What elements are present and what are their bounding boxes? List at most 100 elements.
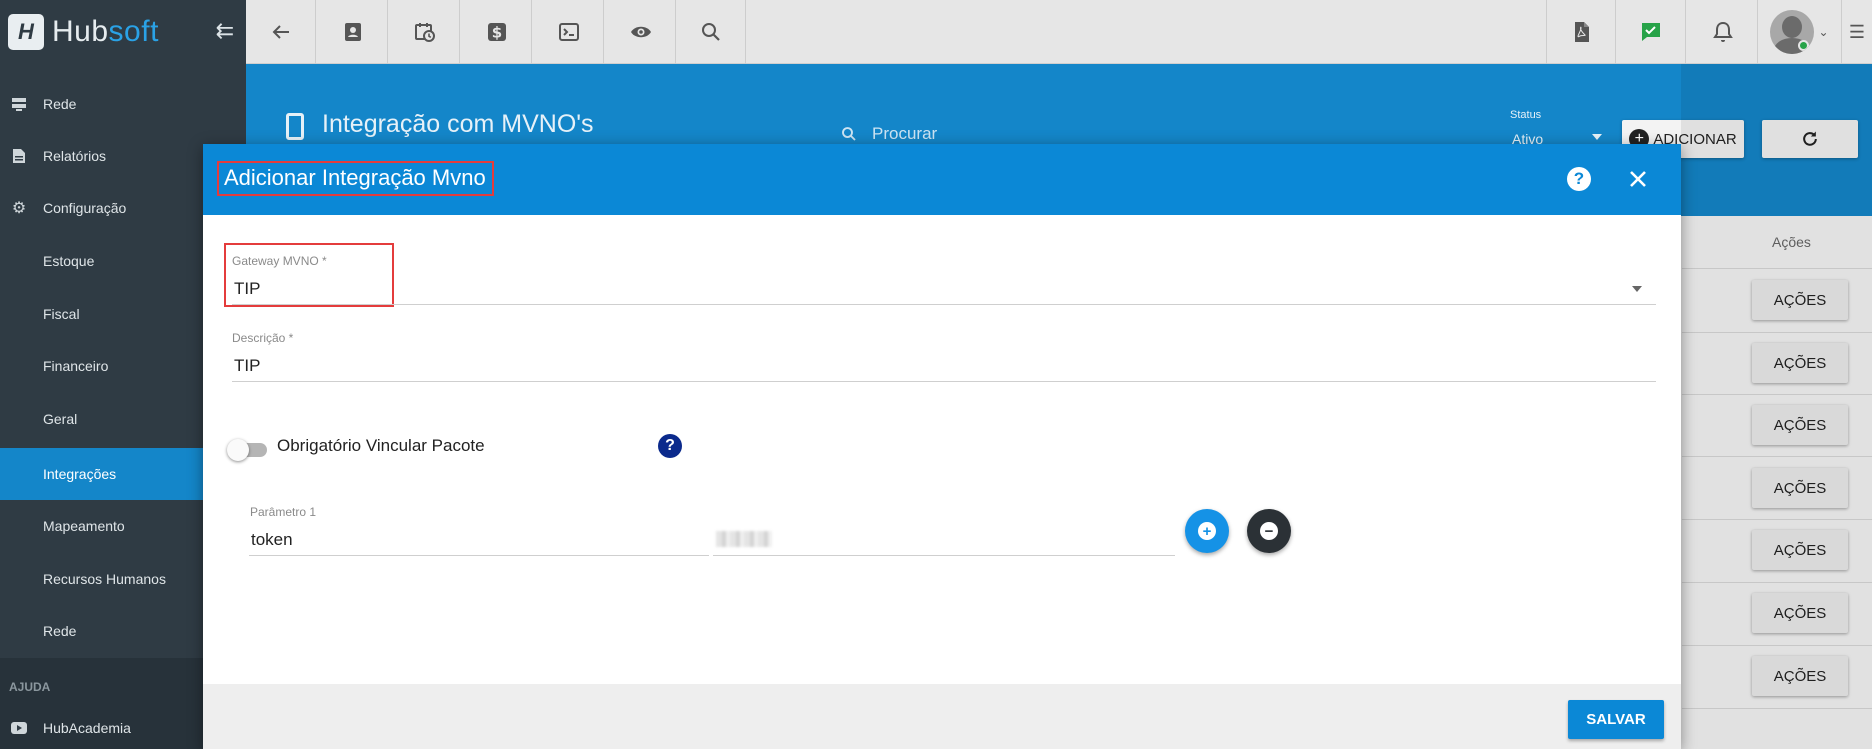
add-parameter-button[interactable]: + [1185, 509, 1229, 553]
gateway-label: Gateway MVNO * [232, 254, 327, 268]
toggle-knob[interactable] [227, 439, 249, 461]
row-divider [1682, 582, 1872, 583]
close-icon [1630, 171, 1646, 187]
user-avatar [1770, 10, 1815, 54]
youtube-icon [10, 719, 28, 737]
remove-parameter-button[interactable]: − [1247, 509, 1291, 553]
sidebar-item-label: Fiscal [43, 306, 80, 322]
chat-button[interactable] [1616, 0, 1686, 64]
sidebar-item-label: Relatórios [43, 148, 107, 164]
refresh-icon [1803, 131, 1817, 146]
terminal-icon [558, 23, 579, 41]
sidebar-item-label: Rede [43, 96, 77, 112]
sidebar-item-label: HubAcademia [43, 720, 131, 736]
page-search-input[interactable]: Procurar [840, 124, 937, 144]
actions-column-header: Ações [1772, 234, 1811, 250]
row-actions-button[interactable]: AÇÕES [1752, 593, 1848, 633]
hubsoft-logo-text: Hubsoft [52, 15, 159, 48]
modal-footer [203, 684, 1681, 749]
gateway-underline [232, 304, 1656, 305]
row-divider [1682, 268, 1872, 269]
hubsoft-logo-icon: H [8, 14, 44, 50]
contacts-button[interactable] [318, 0, 388, 64]
minus-icon: − [1260, 522, 1278, 540]
status-label: Status [1510, 109, 1542, 121]
chevron-down-icon: ⌄ [1818, 25, 1829, 39]
calendar-button[interactable] [390, 0, 460, 64]
calendar-clock-icon [414, 23, 435, 42]
sidebar-item-label: Configuração [43, 200, 127, 216]
row-divider [1682, 645, 1872, 646]
help-icon[interactable]: ? [1567, 167, 1591, 191]
mobile-phone-icon [286, 113, 304, 140]
user-menu-button[interactable]: ⌄ [1758, 0, 1842, 64]
question-circle-icon[interactable]: ? [658, 434, 682, 458]
row-actions-button[interactable]: AÇÕES [1752, 405, 1848, 445]
contact-card-icon [344, 23, 361, 41]
gateway-select[interactable]: TIP [234, 279, 260, 299]
row-divider [1682, 332, 1872, 333]
chat-check-icon [1641, 23, 1660, 41]
pdf-button[interactable] [1546, 0, 1616, 64]
search-placeholder: Procurar [872, 124, 938, 143]
top-bar: H Hubsoft ⇇ $ ⌄ ☰ [0, 0, 1872, 64]
row-actions-button[interactable]: AÇÕES [1752, 656, 1848, 696]
param-key-underline [249, 555, 709, 556]
add-integration-modal: Adicionar Integração Mvno ? Gateway MVNO… [203, 144, 1681, 749]
help-section-label: AJUDA [9, 680, 51, 694]
sidebar-item-label: Recursos Humanos [43, 571, 166, 587]
row-actions-button[interactable]: AÇÕES [1752, 343, 1848, 383]
bell-icon [1712, 21, 1733, 42]
search-button[interactable] [676, 0, 746, 64]
sidebar-item-label: Mapeamento [43, 518, 125, 534]
close-button[interactable] [1623, 164, 1653, 194]
caret-down-icon [1592, 134, 1602, 140]
page-title: Integração com MVNO's [322, 110, 594, 138]
pdf-icon [1575, 22, 1589, 42]
view-button[interactable] [606, 0, 676, 64]
sidebar-item-label: Estoque [43, 253, 95, 269]
toggle-label: Obrigatório Vincular Pacote [277, 436, 485, 455]
sidebar-item-rede[interactable]: Rede [0, 78, 246, 130]
param-value-blurred [716, 531, 772, 547]
terminal-button[interactable] [534, 0, 604, 64]
modal-header: Adicionar Integração Mvno ? [203, 144, 1681, 215]
svg-text:$: $ [491, 24, 501, 42]
sidebar-item-label: Integrações [43, 466, 117, 482]
row-actions-button[interactable]: AÇÕES [1752, 280, 1848, 320]
caret-down-icon[interactable] [1632, 286, 1642, 292]
descricao-input[interactable]: TIP [234, 356, 260, 376]
sidebar-item-label: Rede [43, 623, 77, 639]
back-button[interactable] [246, 0, 316, 64]
param-value-underline [713, 555, 1175, 556]
back-arrow-icon [272, 25, 289, 39]
row-actions-button[interactable]: AÇÕES [1752, 468, 1848, 508]
row-actions-button[interactable]: AÇÕES [1752, 530, 1848, 570]
dollar-icon: $ [487, 23, 506, 42]
descricao-underline [232, 381, 1656, 382]
gear-icon: ⚙ [11, 200, 27, 217]
sidebar-item-label: Financeiro [43, 358, 109, 374]
descricao-label: Descrição * [232, 331, 294, 345]
collapse-sidebar-icon[interactable]: ⇇ [216, 18, 234, 44]
param-key-input[interactable]: token [251, 530, 293, 550]
search-icon [701, 23, 720, 41]
row-divider [1682, 519, 1872, 520]
server-icon [10, 95, 28, 113]
notifications-button[interactable] [1688, 0, 1758, 64]
refresh-button[interactable] [1762, 120, 1858, 158]
eye-icon [630, 26, 651, 38]
param-label: Parâmetro 1 [250, 505, 317, 519]
finance-button[interactable]: $ [462, 0, 532, 64]
row-divider [1682, 456, 1872, 457]
menu-button[interactable]: ☰ [1842, 0, 1872, 64]
modal-title: Adicionar Integração Mvno [217, 161, 494, 196]
document-icon [10, 147, 28, 165]
row-divider [1682, 394, 1872, 395]
sidebar-item-label: Geral [43, 411, 78, 427]
menu-list-icon: ☰ [1848, 21, 1866, 42]
search-icon [842, 127, 856, 141]
plus-icon: + [1198, 522, 1216, 540]
save-button[interactable]: SALVAR [1568, 700, 1664, 739]
row-divider [1682, 708, 1872, 709]
